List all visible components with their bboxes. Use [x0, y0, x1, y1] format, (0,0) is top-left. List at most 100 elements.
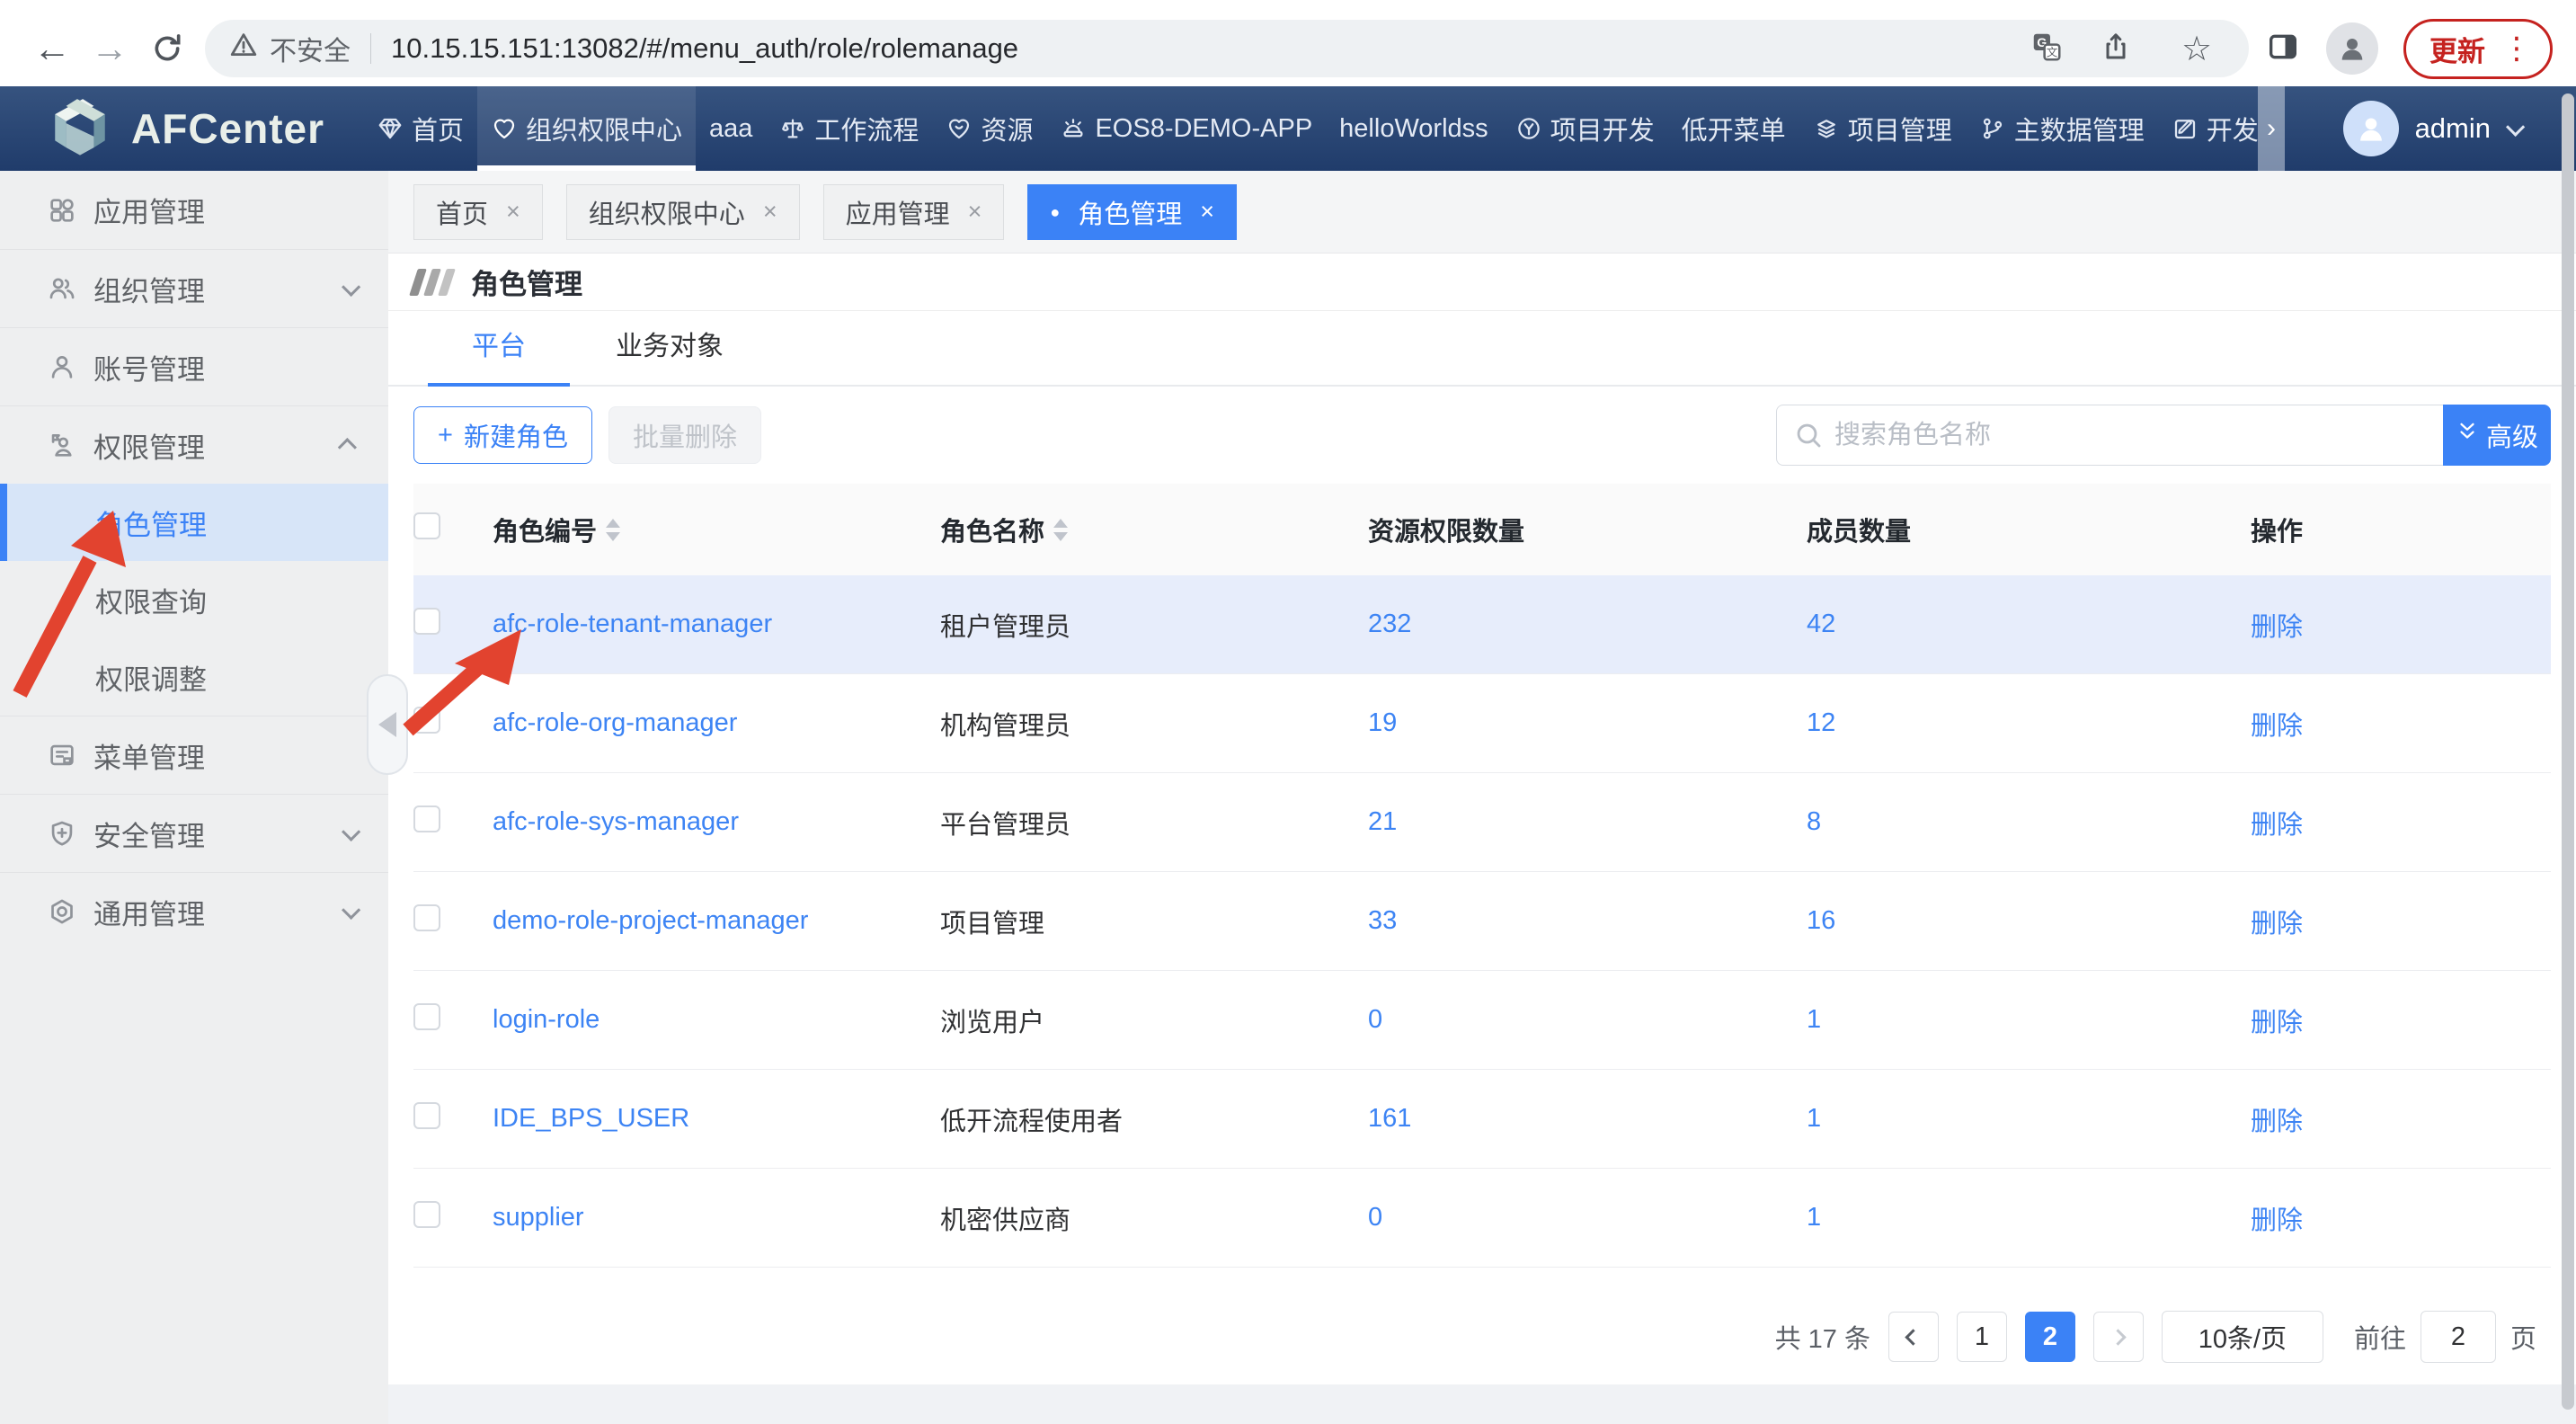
sidebar-item-security-mgmt[interactable]: 安全管理: [0, 794, 388, 872]
workspace-tab-home[interactable]: 首页 ×: [413, 184, 543, 240]
prev-page-button[interactable]: [1888, 1312, 1939, 1362]
browser-menu-icon[interactable]: ⋮: [2501, 33, 2532, 64]
bulk-delete-button[interactable]: 批量删除: [608, 406, 761, 464]
advanced-search-button[interactable]: 高级: [2443, 405, 2551, 466]
row-checkbox[interactable]: [413, 1102, 440, 1129]
page-button-2[interactable]: 2: [2025, 1312, 2075, 1362]
tab-business-object[interactable]: 业务对象: [584, 324, 755, 385]
perm-count-link[interactable]: 232: [1368, 610, 1411, 638]
topnav-item-workflow[interactable]: 工作流程: [766, 86, 932, 171]
sidebar-item-role-mgmt[interactable]: 角色管理: [0, 484, 388, 561]
user-menu[interactable]: admin: [2343, 86, 2520, 171]
back-icon[interactable]: ←: [23, 20, 81, 77]
column-role-code[interactable]: 角色编号: [493, 511, 940, 548]
topnav-item-helloworldss[interactable]: helloWorldss: [1326, 86, 1501, 171]
member-count-link[interactable]: 1: [1807, 1104, 1821, 1133]
page-scrollbar[interactable]: [2562, 93, 2574, 1410]
next-page-button[interactable]: [2093, 1312, 2144, 1362]
topnav-item-project-mgmt[interactable]: 项目管理: [1799, 86, 1966, 171]
page-button-1[interactable]: 1: [1957, 1312, 2007, 1362]
bookmark-star-icon[interactable]: ☆: [2168, 20, 2225, 77]
member-count-link[interactable]: 1: [1807, 1203, 1821, 1232]
delete-link[interactable]: 删除: [2251, 712, 2303, 741]
sidebar-item-org-mgmt[interactable]: 组织管理: [0, 249, 388, 327]
topnav-item-project-dev[interactable]: 项目开发: [1502, 86, 1668, 171]
member-count-link[interactable]: 42: [1807, 610, 1835, 638]
row-checkbox[interactable]: [413, 904, 440, 931]
create-role-button[interactable]: + 新建角色: [413, 406, 592, 464]
topnav-item-resources[interactable]: 资源: [932, 86, 1046, 171]
sidebar-item-permission-query[interactable]: 权限查询: [0, 561, 388, 638]
side-panel-icon[interactable]: [2265, 29, 2301, 69]
role-code-link[interactable]: afc-role-sys-manager: [493, 807, 739, 836]
row-checkbox[interactable]: [413, 1201, 440, 1228]
row-checkbox[interactable]: [413, 707, 440, 734]
perm-count-link[interactable]: 21: [1368, 807, 1397, 836]
delete-link[interactable]: 删除: [2251, 1009, 2303, 1037]
app-brand[interactable]: AFCenter: [0, 93, 363, 165]
topnav-item-home[interactable]: 首页: [363, 86, 477, 171]
role-code-link[interactable]: login-role: [493, 1005, 600, 1034]
nav-scroll-right[interactable]: ›: [2258, 86, 2285, 171]
delete-link[interactable]: 删除: [2251, 910, 2303, 939]
select-all-checkbox[interactable]: [413, 512, 440, 539]
role-code-link[interactable]: IDE_BPS_USER: [493, 1104, 689, 1133]
row-checkbox[interactable]: [413, 608, 440, 635]
delete-link[interactable]: 删除: [2251, 1206, 2303, 1235]
sidebar-item-general-mgmt[interactable]: 通用管理: [0, 872, 388, 950]
role-code-link[interactable]: afc-role-tenant-manager: [493, 610, 772, 638]
column-label: 资源权限数量: [1368, 511, 1524, 548]
browser-update-button[interactable]: 更新 ⋮: [2403, 19, 2553, 79]
sort-icon: [1053, 519, 1068, 541]
sidebar-item-label: 权限查询: [95, 580, 207, 620]
role-code-link[interactable]: demo-role-project-manager: [493, 906, 808, 935]
sidebar-collapse-handle[interactable]: [367, 674, 408, 775]
delete-link[interactable]: 删除: [2251, 1108, 2303, 1136]
close-icon[interactable]: ×: [506, 198, 520, 226]
close-icon[interactable]: ×: [1200, 198, 1214, 226]
reload-icon[interactable]: [138, 20, 196, 77]
workspace-tab-role-mgmt[interactable]: ● 角色管理 ×: [1027, 184, 1237, 240]
browser-profile-avatar[interactable]: [2326, 22, 2378, 75]
delete-link[interactable]: 删除: [2251, 811, 2303, 840]
close-icon[interactable]: ×: [763, 198, 777, 226]
row-checkbox[interactable]: [413, 805, 440, 832]
tab-platform[interactable]: 平台: [413, 324, 584, 385]
perm-count-link[interactable]: 33: [1368, 906, 1397, 935]
sidebar-item-permission-mgmt[interactable]: 权限管理: [0, 405, 388, 484]
share-icon[interactable]: [2100, 31, 2132, 67]
search-input[interactable]: [1776, 405, 2443, 466]
topnav-item-lowcode-menu[interactable]: 低开菜单: [1668, 86, 1799, 171]
column-role-name[interactable]: 角色名称: [940, 511, 1368, 548]
member-count-link[interactable]: 1: [1807, 1005, 1821, 1034]
page-size-select[interactable]: 10条/页: [2162, 1311, 2323, 1363]
perm-count-link[interactable]: 161: [1368, 1104, 1411, 1133]
sidebar-item-account-mgmt[interactable]: 账号管理: [0, 327, 388, 405]
role-code-link[interactable]: supplier: [493, 1203, 584, 1232]
goto-page-input[interactable]: [2421, 1311, 2496, 1363]
close-icon[interactable]: ×: [968, 198, 982, 226]
topnav-item-aaa[interactable]: aaa: [696, 86, 766, 171]
member-count-link[interactable]: 12: [1807, 708, 1835, 737]
perm-count-link[interactable]: 0: [1368, 1005, 1382, 1034]
role-code-link[interactable]: afc-role-org-manager: [493, 708, 737, 737]
topnav-item-in-development[interactable]: 开发中: [2158, 86, 2260, 171]
topnav-item-org-auth-center[interactable]: 组织权限中心: [477, 86, 696, 171]
scales-icon: [779, 115, 806, 142]
perm-count-link[interactable]: 0: [1368, 1203, 1382, 1232]
row-checkbox[interactable]: [413, 1003, 440, 1030]
url-bar[interactable]: 不安全 10.15.15.151:13082/#/menu_auth/role/…: [205, 20, 2249, 77]
member-count-link[interactable]: 8: [1807, 807, 1821, 836]
workspace-tab-app-mgmt[interactable]: 应用管理 ×: [823, 184, 1005, 240]
sidebar-item-menu-mgmt[interactable]: 菜单管理: [0, 716, 388, 794]
forward-icon[interactable]: →: [81, 20, 138, 77]
perm-count-link[interactable]: 19: [1368, 708, 1397, 737]
sidebar-item-app-mgmt[interactable]: 应用管理: [0, 171, 388, 249]
member-count-link[interactable]: 16: [1807, 906, 1835, 935]
workspace-tab-org-auth-center[interactable]: 组织权限中心 ×: [566, 184, 800, 240]
translate-icon[interactable]: G 文: [2030, 30, 2064, 68]
topnav-item-eos8-demo-app[interactable]: EOS8-DEMO-APP: [1046, 86, 1326, 171]
topnav-item-master-data[interactable]: 主数据管理: [1966, 86, 2158, 171]
delete-link[interactable]: 删除: [2251, 613, 2303, 642]
sidebar-item-permission-adjust[interactable]: 权限调整: [0, 638, 388, 716]
